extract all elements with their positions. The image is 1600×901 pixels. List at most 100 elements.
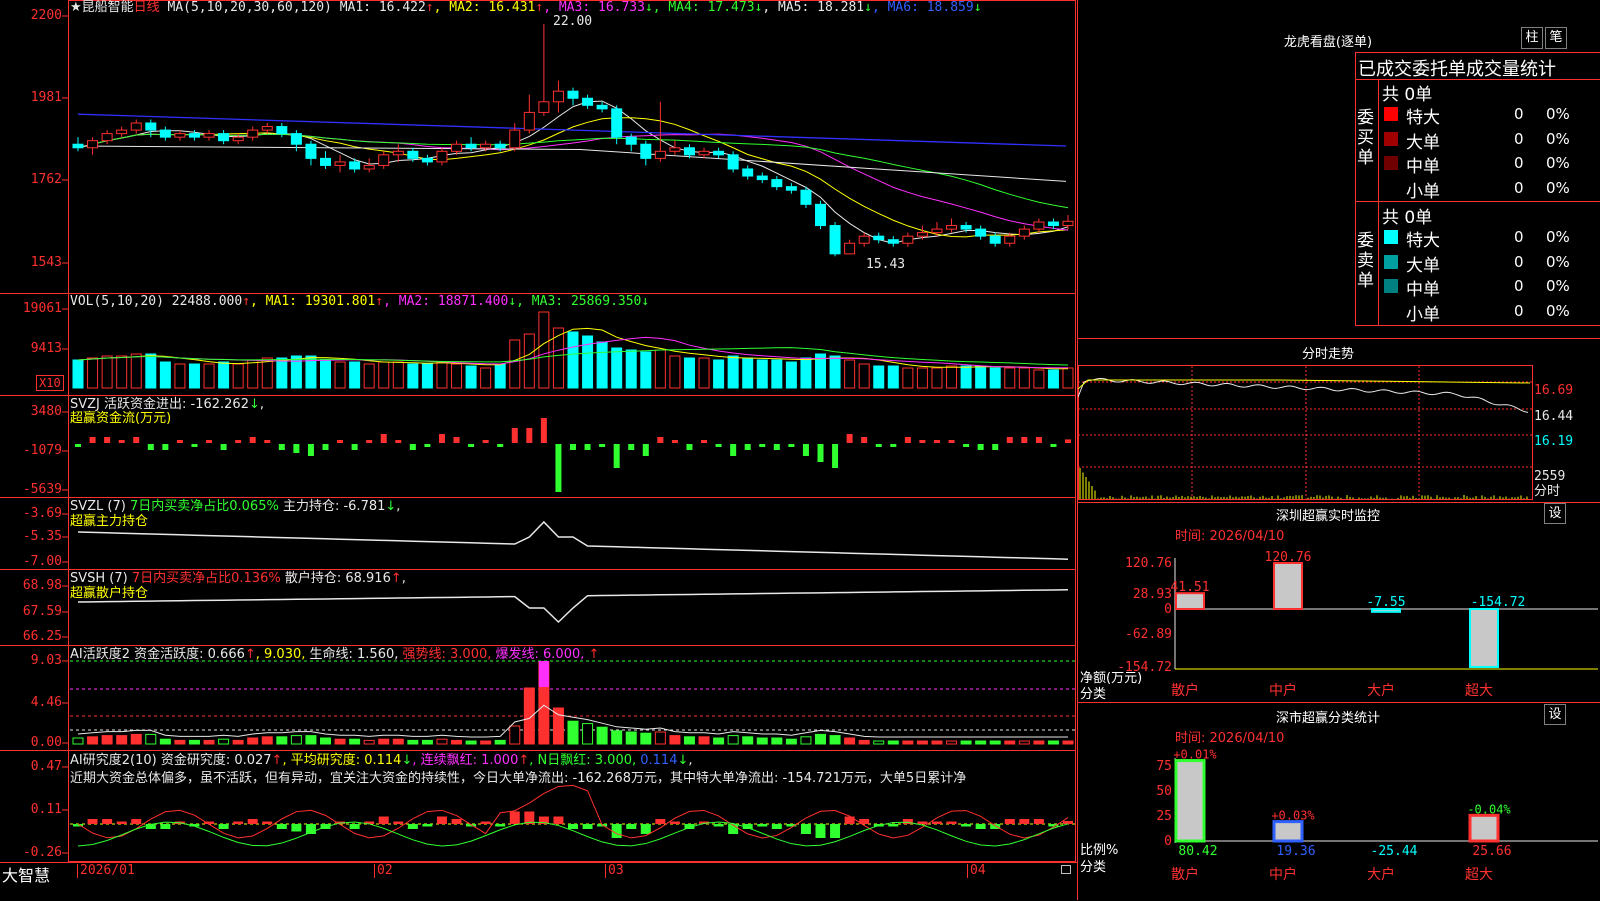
volume-bar: [524, 334, 534, 388]
stock-name[interactable]: ★昆船智能: [70, 0, 134, 15]
classify-bar-chart: 7550250+0.01%80.42散户+0.03%19.36中户-25.44大…: [1078, 703, 1600, 901]
active-bar: [626, 732, 636, 744]
sell-row-swatch: [1384, 279, 1398, 293]
svzl-seg: ,: [396, 499, 400, 514]
x-axis-label: 02: [374, 864, 393, 878]
svzj-bar: [599, 444, 605, 447]
active-bar: [816, 734, 826, 744]
svzj-bar: [774, 444, 780, 450]
period-label[interactable]: 日线: [134, 0, 160, 15]
research-bar: [655, 819, 665, 824]
research-bar: [1019, 819, 1029, 824]
sell-row-value: 0: [1514, 253, 1524, 271]
ai-active-axis-label: 0.00: [0, 735, 62, 750]
svzj-axis-label: -5639: [0, 482, 62, 497]
active-peak-bar: [539, 661, 549, 687]
sell-row-label: 大单: [1406, 251, 1440, 276]
monitor-category: 大户: [1367, 682, 1395, 699]
svzj-bar: [803, 444, 809, 456]
active-bar: [364, 740, 374, 744]
svzj-axis-label: -1079: [0, 443, 62, 458]
active-bar: [481, 741, 491, 744]
ai-active-seg: AI活跃度2 资金活跃度: 0.666: [70, 647, 245, 662]
ma-legend-seg: , MA2: 16.431: [434, 0, 536, 15]
research-bar: [1063, 821, 1073, 824]
candle-body: [990, 236, 1000, 243]
intraday-panel[interactable]: 分时走势 16.69 16.44 16.19 2559 分时: [1078, 338, 1600, 503]
active-bar: [772, 738, 782, 744]
buy-row-percent: 0%: [1546, 130, 1570, 148]
candle-body: [481, 144, 491, 148]
active-bar: [903, 741, 913, 744]
svzj-bar: [75, 444, 81, 447]
svzl-seg: 7日内买卖净占比0.065%: [130, 499, 279, 514]
candle-body: [1019, 229, 1029, 236]
candle-body: [1063, 221, 1073, 225]
svsh-axis-label: 68.98: [0, 578, 62, 593]
volume-bar: [481, 368, 491, 388]
vol-legend-seg: ↑: [375, 294, 383, 309]
svzj-bar: [686, 444, 692, 450]
svsh-axis-label: 67.59: [0, 604, 62, 619]
sell-row-swatch: [1384, 304, 1398, 318]
vol-legend-seg: , MA3: 25869.350: [516, 294, 641, 309]
candle-body: [728, 155, 738, 169]
candle-body: [306, 144, 316, 158]
volume-bar: [88, 358, 98, 388]
candle-body: [932, 229, 942, 233]
candle-body: [903, 236, 913, 243]
volume-bar: [976, 366, 986, 388]
svzj-bar: [133, 437, 139, 443]
candle-body: [641, 144, 651, 158]
svzj-bar: [424, 444, 430, 447]
sell-total: 共 0单: [1382, 203, 1432, 228]
bar-view-button[interactable]: 柱: [1521, 27, 1543, 49]
research-bar: [801, 824, 811, 834]
volume-bar: [757, 360, 767, 388]
classify-bar-change: +0.03%: [1271, 809, 1315, 823]
active-bar: [146, 734, 156, 744]
candle-body: [204, 134, 214, 138]
svzj-bar: [657, 437, 663, 443]
buy-row-value: 0: [1514, 154, 1524, 172]
candle-body: [888, 240, 898, 244]
sell-row-label: 中单: [1406, 275, 1440, 300]
volume-bar: [131, 354, 141, 388]
candle-body: [961, 226, 971, 230]
active-bar: [830, 736, 840, 744]
classify-bar-value: 80.42: [1178, 844, 1217, 859]
svsh-legend: SVSH (7) 7日内买卖净占比0.136% 散户持仓: 68.916↑,: [70, 571, 406, 587]
research-bar: [379, 817, 389, 825]
volume-bar: [452, 364, 462, 388]
candle-body: [233, 137, 243, 141]
svzj-bar: [454, 437, 460, 443]
research-bar: [495, 824, 505, 827]
active-bar: [350, 739, 360, 744]
volume-bar: [597, 342, 607, 388]
svzj-bar: [614, 444, 620, 468]
active-bar: [1034, 741, 1044, 744]
svzj-bar: [293, 444, 299, 453]
candle-body: [1048, 222, 1058, 226]
volume-bar: [714, 360, 724, 388]
research-bar: [757, 824, 767, 827]
research-bar: [888, 824, 898, 827]
buy-row-percent: 0%: [1546, 154, 1570, 172]
candle-body: [772, 180, 782, 187]
active-bar: [714, 738, 724, 744]
active-bar: [917, 741, 927, 744]
research-bar: [219, 824, 229, 829]
volume-bar: [495, 364, 505, 388]
candle-body: [88, 141, 98, 148]
ma-line-120: [78, 114, 1066, 146]
active-bar: [597, 727, 607, 744]
active-bar: [757, 738, 767, 744]
active-bar: [1063, 741, 1073, 744]
active-bar: [524, 688, 534, 744]
lock-icon[interactable]: [1061, 865, 1071, 874]
candle-body: [350, 162, 360, 169]
tick-view-button[interactable]: 笔: [1545, 27, 1567, 49]
volume-bar: [626, 350, 636, 388]
main-chart-area[interactable]: ★昆船智能日线 MA(5,10,20,30,60,120) MA1: 16.42…: [0, 0, 1077, 882]
volume-bar: [379, 362, 389, 388]
